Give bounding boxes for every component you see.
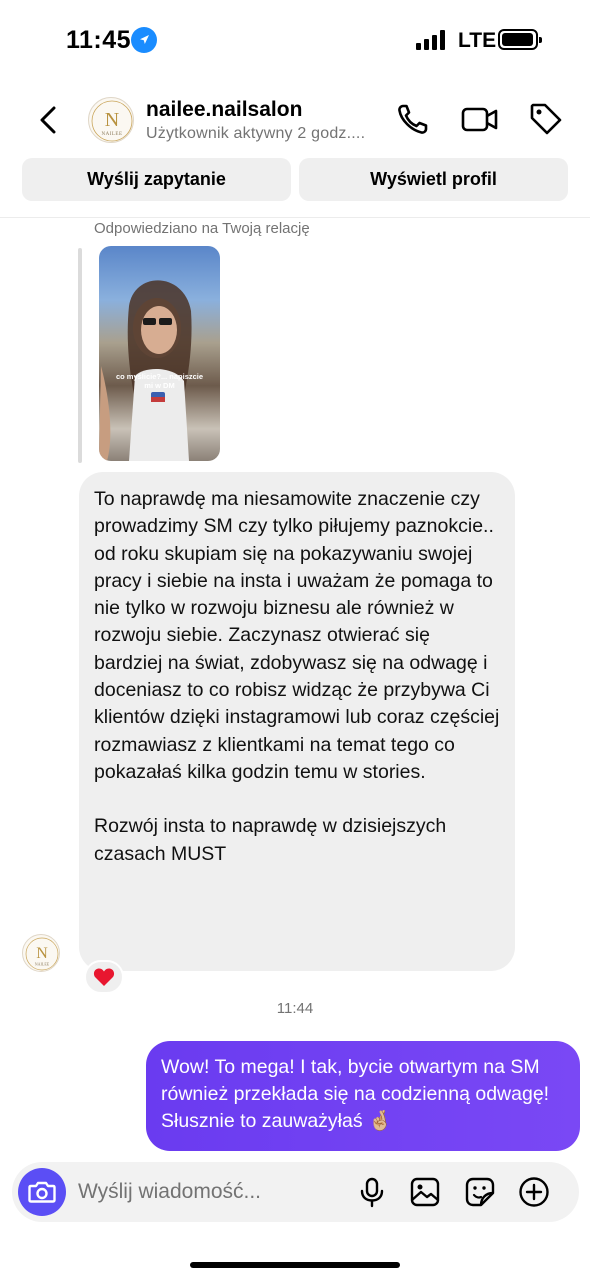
chat-header: N NAILEE nailee.nailsalon Użytkownik akt… <box>0 90 590 150</box>
story-caption: co myślicie?... napiszcie mi w DM <box>115 372 204 390</box>
message-timestamp: 11:44 <box>276 1000 314 1017</box>
video-camera-icon[interactable] <box>460 100 498 138</box>
status-bar: 11:45 LTE <box>0 0 590 80</box>
activity-status: Użytkownik aktywny 2 godz.... <box>146 125 366 142</box>
tag-icon[interactable] <box>527 100 565 138</box>
gallery-icon[interactable] <box>409 1176 441 1208</box>
microphone-icon[interactable] <box>356 1176 388 1208</box>
battery-icon <box>498 29 542 50</box>
heart-icon <box>93 968 115 986</box>
incoming-message-bubble[interactable]: To naprawdę ma niesamowite znaczenie czy… <box>79 472 515 971</box>
svg-text:N: N <box>36 945 48 962</box>
crossed-fingers-emoji: 🤞🏼 <box>368 1110 393 1132</box>
clock: 11:45 <box>66 26 132 54</box>
add-circle-icon[interactable] <box>518 1176 550 1208</box>
home-indicator <box>190 1262 400 1268</box>
story-reply-label: Odpowiedziano na Twoją relację <box>94 220 310 237</box>
story-thumbnail[interactable]: co myślicie?... napiszcie mi w DM <box>99 246 220 461</box>
message-paragraph: Rozwój insta to naprawdę w dzisiejszych … <box>94 815 447 865</box>
sender-avatar[interactable]: N NAILEE <box>22 934 60 972</box>
avatar-logo-letter: N <box>105 109 119 131</box>
story-reply-bar <box>78 248 82 463</box>
avatar-logo-text: NAILEE <box>101 132 122 137</box>
header-divider <box>0 217 590 218</box>
outgoing-message-bubble[interactable]: Wow! To mega! I tak, bycie otwartym na S… <box>146 1041 580 1151</box>
contact-name[interactable]: nailee.nailsalon <box>146 98 302 122</box>
back-chevron-icon[interactable] <box>30 100 70 140</box>
svg-text:NAILEE: NAILEE <box>35 962 50 967</box>
heart-reaction[interactable] <box>84 960 124 994</box>
message-composer[interactable]: Wyślij wiadomość... <box>12 1162 579 1222</box>
camera-button[interactable] <box>18 1168 66 1216</box>
outgoing-message-text: Wow! To mega! I tak, bycie otwartym na S… <box>161 1056 550 1132</box>
send-request-button[interactable]: Wyślij zapytanie <box>22 158 291 201</box>
location-arrow-icon <box>131 27 157 53</box>
network-type: LTE <box>458 29 497 52</box>
message-input[interactable]: Wyślij wiadomość... <box>78 1180 261 1204</box>
cellular-signal-icon <box>416 30 446 50</box>
phone-icon[interactable] <box>394 100 432 138</box>
view-profile-button[interactable]: Wyświetl profil <box>299 158 568 201</box>
avatar[interactable]: N NAILEE <box>88 97 134 143</box>
camera-icon <box>28 1181 56 1203</box>
sticker-icon[interactable] <box>464 1176 496 1208</box>
message-paragraph: To naprawdę ma niesamowite znaczenie czy… <box>94 488 500 783</box>
